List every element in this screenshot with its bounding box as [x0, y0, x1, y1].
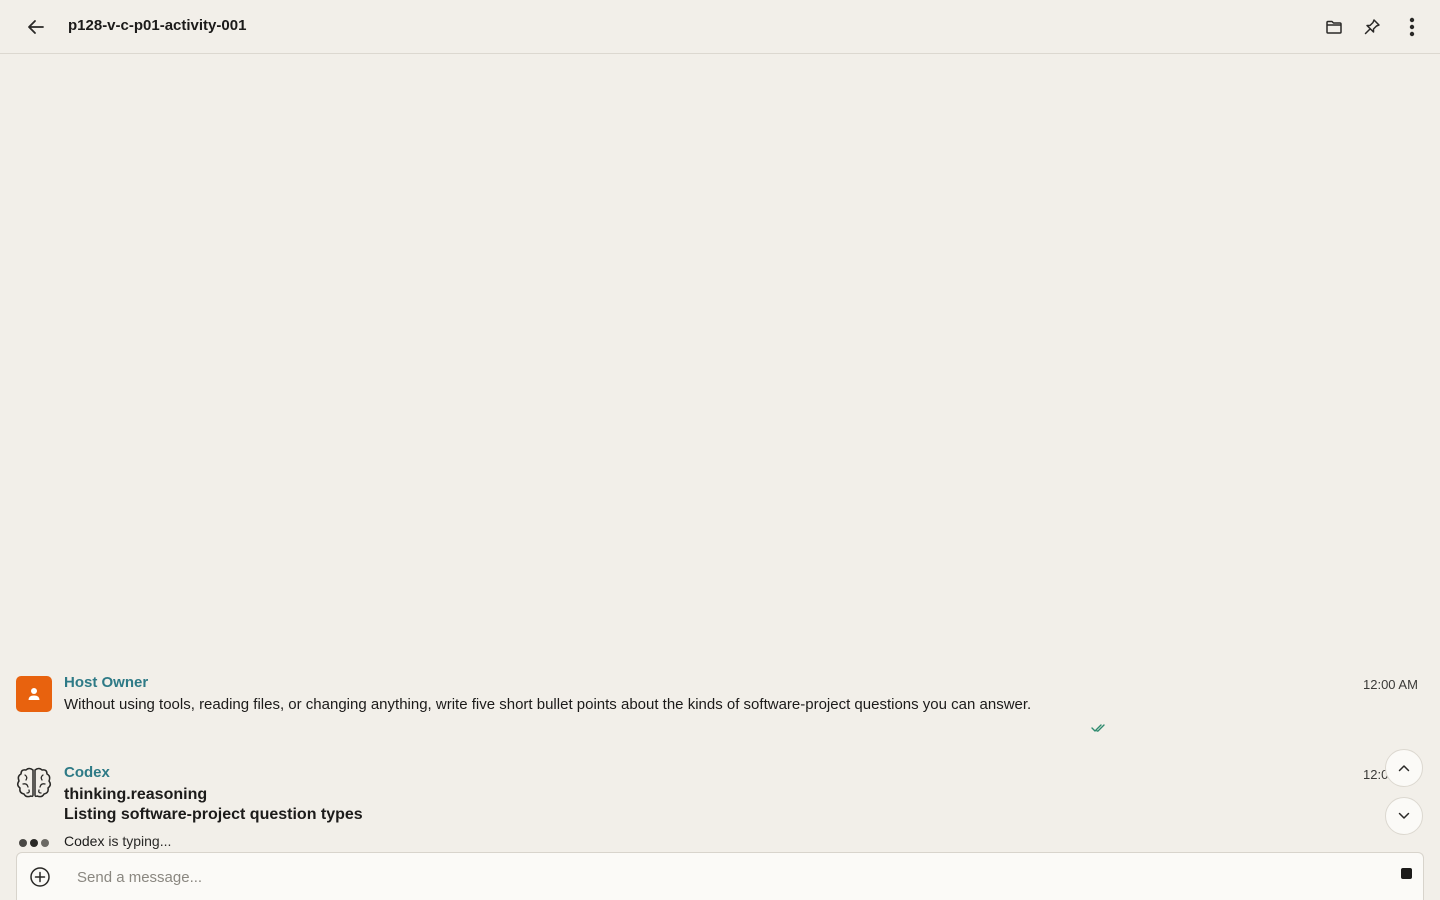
back-arrow-icon: [28, 20, 44, 34]
scroll-up-button[interactable]: [1385, 749, 1423, 787]
more-vertical-icon: [1409, 17, 1415, 37]
back-button[interactable]: [21, 12, 51, 42]
chevron-down-icon: [1398, 812, 1410, 819]
message-input[interactable]: [77, 865, 1377, 889]
page-title: p128-v-c-p01-activity-001: [68, 17, 247, 34]
stop-button[interactable]: [1397, 864, 1415, 882]
message-text: Without using tools, reading files, or c…: [64, 696, 1032, 713]
pin-icon: [1364, 19, 1380, 35]
message-sender[interactable]: Host Owner: [64, 674, 148, 691]
avatar: [15, 765, 53, 801]
message-sender[interactable]: Codex: [64, 764, 110, 781]
typing-name: Codex: [64, 833, 105, 849]
folder-icon: [1326, 20, 1342, 34]
pin-button[interactable]: [1357, 12, 1387, 42]
reasoning-summary: Listing software-project question types: [64, 806, 363, 823]
chevron-up-icon: [1398, 765, 1410, 772]
scroll-down-button[interactable]: [1385, 797, 1423, 835]
more-options-button[interactable]: [1397, 12, 1427, 42]
stop-square-icon: [1400, 867, 1412, 879]
message-composer: [16, 852, 1424, 900]
typing-dots-icon: [19, 838, 49, 847]
user-icon: [28, 688, 40, 700]
typing-suffix: is typing...: [104, 833, 172, 849]
avatar: [16, 676, 52, 712]
folder-button[interactable]: [1319, 12, 1349, 42]
attach-button[interactable]: [29, 866, 51, 888]
brain-icon: [16, 767, 52, 798]
typing-indicator: Codex is typing...: [64, 833, 171, 849]
double-check-icon: [1091, 724, 1105, 732]
reasoning-label: thinking.reasoning: [64, 786, 208, 803]
top-bar: p128-v-c-p01-activity-001: [0, 0, 1440, 54]
plus-circle-icon: [30, 867, 50, 887]
message-timestamp: 12:00 AM: [1363, 677, 1418, 692]
